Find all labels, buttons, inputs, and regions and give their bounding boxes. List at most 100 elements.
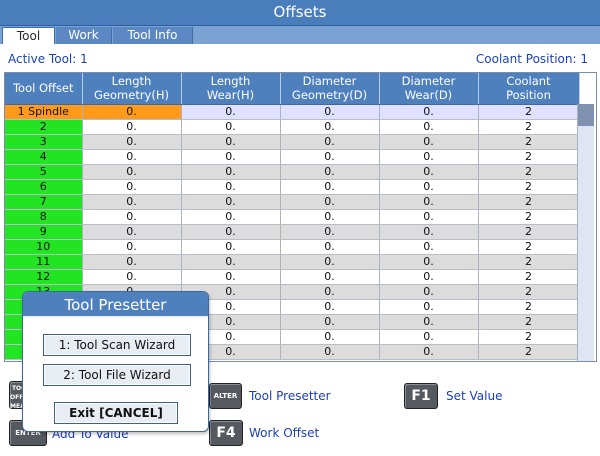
table-cell[interactable]: 0. (280, 254, 380, 270)
table-cell[interactable]: 0. (379, 254, 479, 270)
table-cell[interactable]: 0. (181, 104, 281, 120)
table-cell[interactable]: 0. (82, 149, 182, 165)
tab-tool-info[interactable]: Tool Info (113, 27, 193, 44)
tool-scan-wizard-button[interactable]: 1: Tool Scan Wizard (43, 334, 191, 356)
table-cell[interactable]: 0. (379, 224, 479, 240)
table-cell[interactable]: 0. (181, 254, 281, 270)
table-cell[interactable]: 0. (82, 119, 182, 135)
tool-number-cell[interactable]: 2 (5, 119, 83, 135)
exit-cancel-button[interactable]: Exit [CANCEL] (54, 402, 178, 424)
table-cell[interactable]: 0. (379, 104, 479, 120)
tool-number-cell[interactable]: 9 (5, 224, 83, 240)
table-cell[interactable]: 2 (478, 164, 580, 180)
table-cell[interactable]: 0. (181, 209, 281, 225)
table-row[interactable]: 12 0. 0. 0. 0. 2 (5, 269, 580, 285)
tool-number-cell[interactable]: 7 (5, 194, 83, 210)
table-cell[interactable]: 0. (280, 344, 380, 360)
table-row[interactable]: 3 0. 0. 0. 0. 2 (5, 134, 580, 150)
table-cell[interactable]: 0. (181, 149, 281, 165)
tab-work[interactable]: Work (56, 27, 112, 44)
tool-number-cell[interactable]: 11 (5, 254, 83, 270)
table-cell[interactable]: 0. (181, 269, 281, 285)
f4-key[interactable]: F4 (209, 420, 243, 446)
table-cell[interactable]: 0. (379, 299, 479, 315)
table-row[interactable]: 2 0. 0. 0. 0. 2 (5, 119, 580, 135)
table-cell[interactable]: 0. (379, 179, 479, 195)
table-cell[interactable]: 2 (478, 284, 580, 300)
tool-number-cell[interactable]: 12 (5, 269, 83, 285)
table-cell[interactable]: 0. (280, 149, 380, 165)
tab-tool[interactable]: Tool (2, 27, 55, 44)
table-cell[interactable]: 0. (280, 284, 380, 300)
table-cell[interactable]: 0. (379, 134, 479, 150)
table-cell[interactable]: 0. (280, 134, 380, 150)
table-row[interactable]: 10 0. 0. 0. 0. 2 (5, 239, 580, 255)
table-cell[interactable]: 2 (478, 179, 580, 195)
tool-number-cell[interactable]: 8 (5, 209, 83, 225)
table-cell[interactable]: 2 (478, 269, 580, 285)
table-cell[interactable]: 0. (82, 254, 182, 270)
table-cell[interactable]: 0. (280, 179, 380, 195)
table-cell[interactable]: 0. (82, 269, 182, 285)
table-cell[interactable]: 0. (379, 329, 479, 345)
table-cell[interactable]: 0. (181, 119, 281, 135)
table-row[interactable]: 11 0. 0. 0. 0. 2 (5, 254, 580, 270)
table-cell[interactable]: 0. (379, 284, 479, 300)
table-cell[interactable]: 0. (181, 239, 281, 255)
table-cell[interactable]: 0. (379, 344, 479, 360)
table-row[interactable]: 4 0. 0. 0. 0. 2 (5, 149, 580, 165)
table-cell[interactable]: 0. (379, 194, 479, 210)
table-cell[interactable]: 0. (82, 134, 182, 150)
tool-number-cell[interactable]: 4 (5, 149, 83, 165)
scrollbar-thumb[interactable] (578, 104, 594, 126)
table-cell[interactable]: 0. (379, 164, 479, 180)
tool-number-cell[interactable]: 1 Spindle (5, 104, 83, 120)
table-cell[interactable]: 2 (478, 149, 580, 165)
table-cell[interactable]: 0. (82, 239, 182, 255)
table-cell[interactable]: 0. (82, 164, 182, 180)
table-cell[interactable]: 0. (82, 104, 182, 120)
table-cell[interactable]: 0. (379, 269, 479, 285)
table-cell[interactable]: 0. (82, 179, 182, 195)
f1-key[interactable]: F1 (404, 383, 438, 409)
table-row[interactable]: 5 0. 0. 0. 0. 2 (5, 164, 580, 180)
table-cell[interactable]: 0. (181, 224, 281, 240)
table-cell[interactable]: 0. (280, 299, 380, 315)
table-cell[interactable]: 0. (181, 179, 281, 195)
tool-number-cell[interactable]: 5 (5, 164, 83, 180)
table-cell[interactable]: 0. (82, 224, 182, 240)
table-cell[interactable]: 2 (478, 299, 580, 315)
table-cell[interactable]: 0. (181, 164, 281, 180)
table-row[interactable]: 8 0. 0. 0. 0. 2 (5, 209, 580, 225)
table-cell[interactable]: 0. (379, 149, 479, 165)
table-cell[interactable]: 0. (82, 194, 182, 210)
table-cell[interactable]: 0. (82, 209, 182, 225)
table-cell[interactable]: 0. (280, 329, 380, 345)
table-cell[interactable]: 0. (379, 209, 479, 225)
table-cell[interactable]: 0. (379, 119, 479, 135)
table-cell[interactable]: 0. (280, 269, 380, 285)
table-cell[interactable]: 2 (478, 254, 580, 270)
alter-key[interactable]: ALTER (209, 383, 242, 409)
table-cell[interactable]: 0. (280, 164, 380, 180)
table-cell[interactable]: 2 (478, 239, 580, 255)
table-scrollbar[interactable] (577, 104, 594, 361)
tool-number-cell[interactable]: 6 (5, 179, 83, 195)
table-cell[interactable]: 0. (280, 224, 380, 240)
table-cell[interactable]: 0. (379, 314, 479, 330)
table-cell[interactable]: 2 (478, 104, 580, 120)
tool-number-cell[interactable]: 3 (5, 134, 83, 150)
tool-number-cell[interactable]: 10 (5, 239, 83, 255)
table-row[interactable]: 1 Spindle 0. 0. 0. 0. 2 (5, 104, 580, 120)
table-cell[interactable]: 2 (478, 134, 580, 150)
table-cell[interactable]: 0. (181, 134, 281, 150)
table-row[interactable]: 6 0. 0. 0. 0. 2 (5, 179, 580, 195)
table-cell[interactable]: 2 (478, 314, 580, 330)
table-row[interactable]: 9 0. 0. 0. 0. 2 (5, 224, 580, 240)
table-cell[interactable]: 2 (478, 329, 580, 345)
tool-file-wizard-button[interactable]: 2: Tool File Wizard (43, 364, 191, 386)
table-cell[interactable]: 0. (280, 194, 380, 210)
table-cell[interactable]: 2 (478, 209, 580, 225)
table-cell[interactable]: 0. (379, 239, 479, 255)
table-cell[interactable]: 2 (478, 194, 580, 210)
